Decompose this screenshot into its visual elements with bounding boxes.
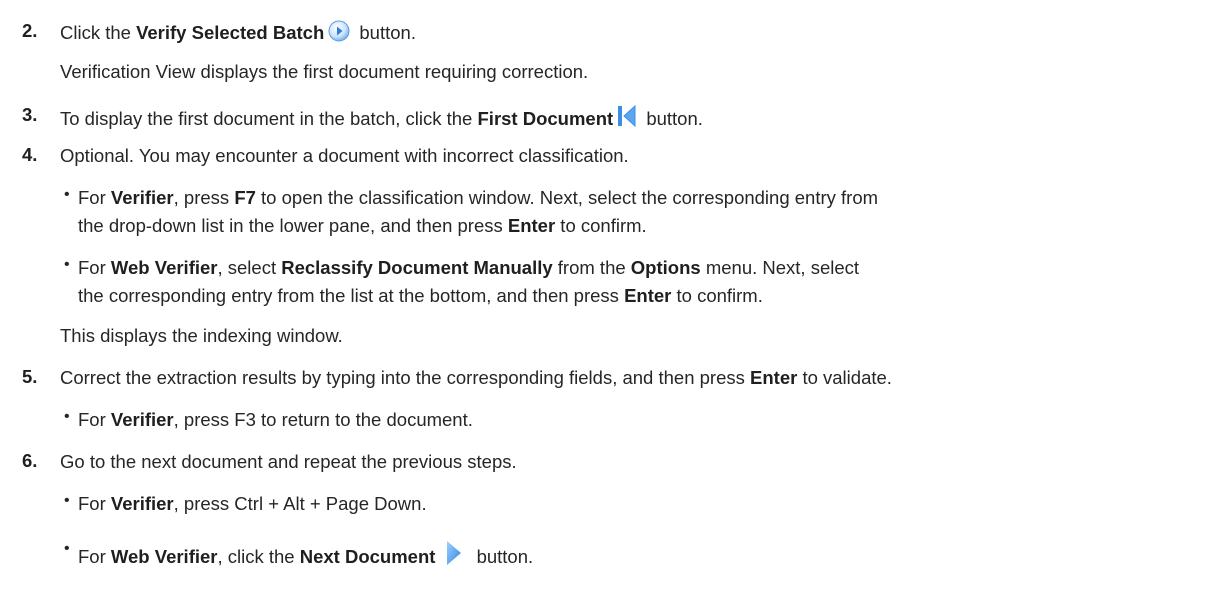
step-4-bullet-1-line-2: the drop-down list in the lower pane, an… [78, 215, 647, 236]
next-arrow-icon [445, 540, 463, 572]
step-5-number: 5. [22, 366, 38, 387]
bullet-icon: • [64, 408, 70, 425]
bullet-icon: • [64, 492, 70, 509]
step-2-number: 2. [22, 20, 38, 41]
step-2-text: Click the Verify Selected Batch button. [60, 20, 416, 48]
step-5-text: Correct the extraction results by typing… [60, 367, 892, 388]
step-6-bullet-1: For Verifier, press Ctrl + Alt + Page Do… [78, 493, 427, 514]
skip-to-first-icon [617, 104, 637, 134]
bullet-icon: • [64, 186, 70, 203]
step-3-number: 3. [22, 104, 38, 125]
bullet-icon: • [64, 256, 70, 273]
step-5-bullet-1: For Verifier, press F3 to return to the … [78, 409, 473, 430]
step-4-bullet-2-line-2: the corresponding entry from the list at… [78, 285, 763, 306]
step-6-bullet-2: For Web Verifier, click the Next Documen… [78, 540, 533, 572]
verify-selected-batch-label: Verify Selected Batch [136, 22, 325, 43]
play-circle-icon [328, 20, 350, 48]
step-4-text: Optional. You may encounter a document w… [60, 145, 629, 166]
bullet-icon: • [64, 540, 70, 557]
step-3-text: To display the first document in the bat… [60, 104, 703, 134]
document-page: 2. Click the Verify Selected Batch butto… [0, 0, 1219, 594]
next-document-label: Next Document [299, 546, 436, 567]
step-2-result: Verification View displays the first doc… [60, 61, 589, 82]
step-4-number: 4. [22, 144, 38, 165]
step-4-result: This displays the indexing window. [60, 325, 343, 346]
step-4-bullet-2-line-1: For Web Verifier, select Reclassify Docu… [78, 257, 860, 278]
step-6-number: 6. [22, 450, 38, 471]
step-6-text: Go to the next document and repeat the p… [60, 451, 517, 472]
first-document-label: First Document [477, 108, 614, 129]
step-4-bullet-1-line-1: For Verifier, press F7 to open the class… [78, 187, 879, 208]
